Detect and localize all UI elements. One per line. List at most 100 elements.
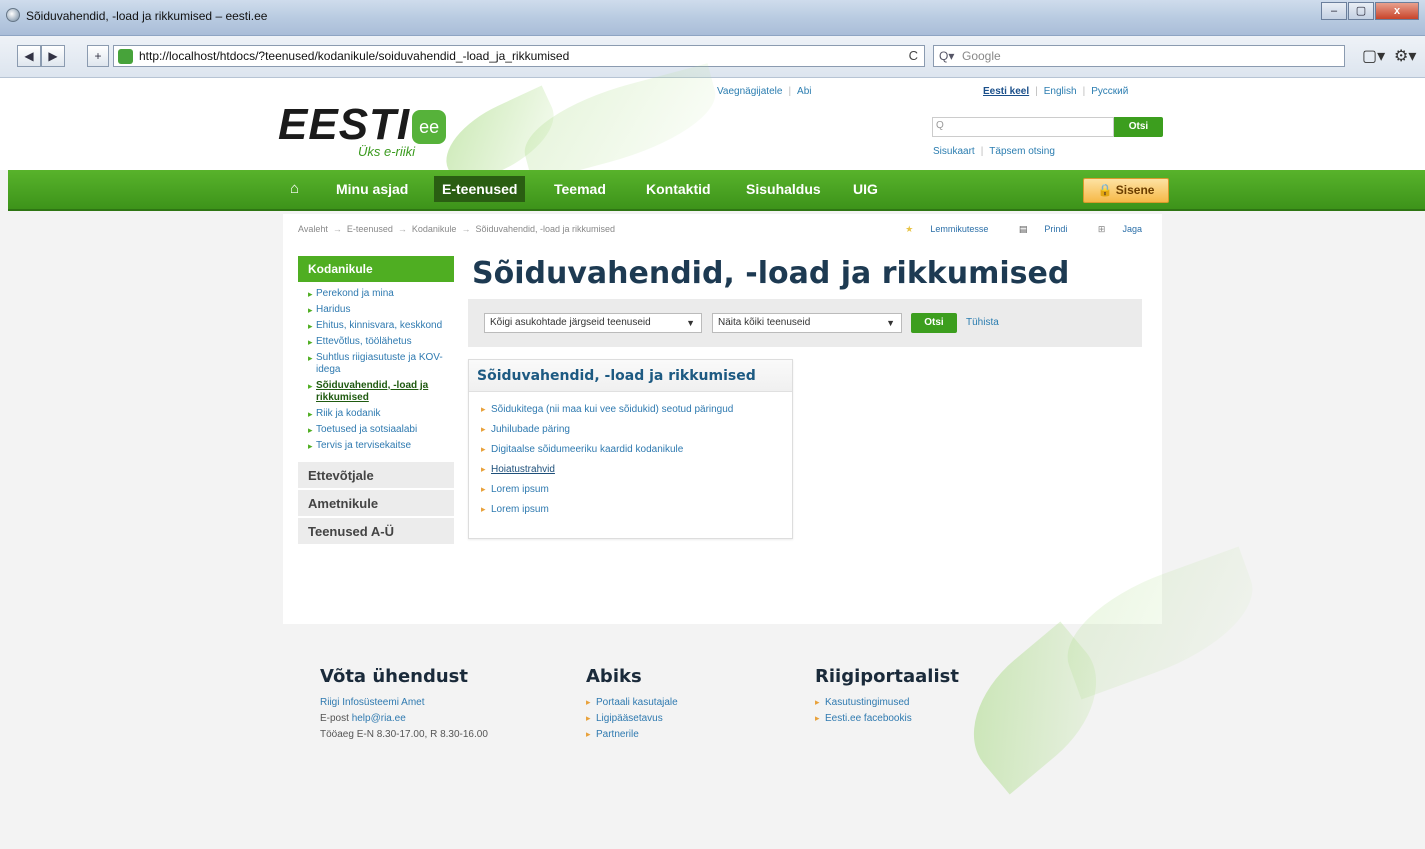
- breadcrumb-current: Sõiduvahendid, -load ja rikkumised: [475, 224, 616, 234]
- site-search-input[interactable]: Q: [932, 117, 1114, 137]
- breadcrumb-item[interactable]: E-teenused: [347, 224, 393, 234]
- reload-icon[interactable]: C: [909, 48, 918, 63]
- plus-icon: ⊞: [1097, 224, 1106, 234]
- filter-cancel-link[interactable]: Tühista: [966, 317, 999, 328]
- footer-email-line: E-post help@ria.ee: [320, 713, 488, 724]
- window-controls: – ▢ x: [1321, 2, 1419, 20]
- print-tool[interactable]: ▤ Prindi: [1005, 224, 1068, 234]
- search-links: Sisukaart | Täpsem otsing: [933, 146, 1055, 157]
- footer-help-title: Abiks: [586, 666, 642, 687]
- printer-icon: ▤: [1018, 224, 1028, 234]
- footer-portal-title: Riigiportaalist: [815, 666, 959, 687]
- lang-estonian[interactable]: Eesti keel: [983, 86, 1029, 97]
- lang-russian[interactable]: Русский: [1091, 86, 1128, 97]
- browser-search-field[interactable]: Q▾ Google: [933, 45, 1345, 67]
- site-logo[interactable]: EESTI ee Üks e-riiki: [278, 100, 447, 159]
- browser-app-icon: [6, 8, 20, 22]
- link-sitemap[interactable]: Sisukaart: [933, 146, 975, 157]
- nav-item-teemad[interactable]: Teemad: [546, 176, 614, 202]
- breadcrumb-item[interactable]: Avaleht: [298, 224, 328, 234]
- link-accessibility[interactable]: Vaegnägijatele: [717, 86, 782, 97]
- sidebar-item[interactable]: Tervis ja tervisekaitse: [308, 440, 454, 452]
- sidebar-item[interactable]: Toetused ja sotsiaalabi: [308, 424, 454, 436]
- filter-bar: Kõigi asukohtade järgseid teenuseid ▼ Nä…: [468, 299, 1142, 347]
- forward-button[interactable]: ▶: [41, 45, 65, 67]
- print-label: Prindi: [1044, 224, 1068, 234]
- service-link[interactable]: Juhilubade päring: [481, 424, 792, 435]
- logo-word: EESTI: [278, 100, 411, 149]
- window-title: Sõiduvahendid, -load ja rikkumised – ees…: [26, 9, 268, 23]
- service-type-select-value: Näita kõiki teenuseid: [718, 317, 811, 328]
- login-button[interactable]: 🔒 Sisene: [1083, 178, 1169, 203]
- sidebar-item[interactable]: Ehitus, kinnisvara, keskkond: [308, 320, 454, 332]
- sidebar-group-ettevotjale[interactable]: Ettevõtjale: [298, 462, 454, 490]
- sidebar-group-ametnikule[interactable]: Ametnikule: [298, 490, 454, 518]
- sidebar-item[interactable]: Ettevõtlus, töölähetus: [308, 336, 454, 348]
- services-box-title: Sõiduvahendid, -load ja rikkumised: [469, 360, 792, 392]
- lang-english[interactable]: English: [1044, 86, 1077, 97]
- close-button[interactable]: x: [1375, 2, 1419, 20]
- services-box: Sõiduvahendid, -load ja rikkumised Sõidu…: [468, 359, 793, 539]
- footer-link[interactable]: Portaali kasutajale: [586, 697, 678, 708]
- footer-link[interactable]: Eesti.ee facebookis: [815, 713, 959, 724]
- sidebar-item[interactable]: Riik ja kodanik: [308, 408, 454, 420]
- service-link[interactable]: Lorem ipsum: [481, 484, 792, 495]
- footer-org[interactable]: Riigi Infosüsteemi Amet: [320, 697, 488, 708]
- favorite-tool[interactable]: ★ Lemmikutesse: [891, 224, 988, 234]
- sidebar-item-active[interactable]: Sõiduvahendid, -load ja rikkumised: [308, 380, 454, 404]
- favorite-label: Lemmikutesse: [930, 224, 989, 234]
- address-bar[interactable]: http://localhost/htdocs/?teenused/kodani…: [113, 45, 925, 67]
- service-link[interactable]: Sõidukitega (nii maa kui vee sõidukid) s…: [481, 404, 792, 415]
- service-link[interactable]: Hoiatustrahvid: [481, 464, 792, 475]
- nav-item-minu-asjad[interactable]: Minu asjad: [328, 176, 416, 202]
- services-list: Sõidukitega (nii maa kui vee sõidukid) s…: [469, 392, 792, 515]
- link-help[interactable]: Abi: [797, 86, 811, 97]
- service-link[interactable]: Digitaalse sõidumeeriku kaardid kodaniku…: [481, 444, 792, 455]
- dropdown-arrow-icon: ▼: [686, 318, 695, 328]
- star-icon: ★: [905, 224, 914, 234]
- footer-email-link[interactable]: help@ria.ee: [352, 713, 406, 724]
- web-page: EESTI ee Üks e-riiki Vaegnägijatele | Abi E…: [0, 63, 1425, 849]
- address-url[interactable]: http://localhost/htdocs/?teenused/kodani…: [139, 49, 569, 63]
- search-icon: Q: [936, 120, 944, 131]
- nav-item-kontaktid[interactable]: Kontaktid: [638, 176, 719, 202]
- footer-link[interactable]: Ligipääsetavus: [586, 713, 678, 724]
- nav-item-e-teenused[interactable]: E-teenused: [434, 176, 526, 202]
- browser-toolbar: ◀ ▶ + http://localhost/htdocs/?teenused/…: [0, 36, 1425, 78]
- breadcrumb-item[interactable]: Kodanikule: [412, 224, 457, 234]
- nav-item-sisuhaldus[interactable]: Sisuhaldus: [738, 176, 829, 202]
- minimize-button[interactable]: –: [1321, 2, 1347, 20]
- login-label: Sisene: [1115, 183, 1155, 197]
- tools-menu-icon[interactable]: ⚙▾: [1394, 46, 1416, 66]
- sidebar-item[interactable]: Perekond ja mina: [308, 288, 454, 300]
- page-tools: ★ Lemmikutesse ▤ Prindi ⊞ Jaga: [877, 224, 1142, 235]
- dropdown-arrow-icon: ▼: [886, 318, 895, 328]
- footer-contact: Võta ühendust Riigi Infosüsteemi Amet E-…: [320, 666, 488, 745]
- maximize-button[interactable]: ▢: [1348, 2, 1374, 20]
- site-search-button[interactable]: Otsi: [1114, 117, 1163, 137]
- nav-item-uig[interactable]: UIG: [845, 176, 886, 202]
- share-tool[interactable]: ⊞ Jaga: [1084, 224, 1142, 234]
- site-favicon-icon: [118, 49, 133, 64]
- footer-link[interactable]: Partnerile: [586, 729, 678, 740]
- breadcrumb: Avaleht → E-teenused → Kodanikule → Sõiduvahen…: [298, 224, 616, 234]
- logo-tagline: Üks e-riiki: [358, 144, 416, 159]
- sidebar-item[interactable]: Haridus: [308, 304, 454, 316]
- sidebar-heading[interactable]: Kodanikule: [298, 256, 454, 282]
- page-menu-icon[interactable]: ▢▾: [1362, 46, 1385, 66]
- main-content: Avaleht → E-teenused → Kodanikule → Sõiduvahen…: [283, 214, 1162, 624]
- sidebar-item[interactable]: Suhtlus riigiasutuste ja KOV-idega: [308, 352, 454, 376]
- home-icon[interactable]: ⌂: [290, 180, 299, 197]
- service-type-select[interactable]: Näita kõiki teenuseid ▼: [712, 313, 902, 333]
- filter-search-button[interactable]: Otsi: [911, 313, 957, 333]
- service-link[interactable]: Lorem ipsum: [481, 504, 792, 515]
- page-title: Sõiduvahendid, -load ja rikkumised: [472, 256, 1070, 291]
- footer-link[interactable]: Kasutustingimused: [815, 697, 959, 708]
- new-tab-button[interactable]: +: [87, 45, 109, 67]
- back-button[interactable]: ◀: [17, 45, 41, 67]
- location-select[interactable]: Kõigi asukohtade järgseid teenuseid ▼: [484, 313, 702, 333]
- window-titlebar: Sõiduvahendid, -load ja rikkumised – ees…: [0, 0, 1425, 36]
- top-links: Vaegnägijatele | Abi: [717, 86, 812, 97]
- link-advanced-search[interactable]: Täpsem otsing: [989, 146, 1055, 157]
- sidebar-group-teenused[interactable]: Teenused A-Ü: [298, 518, 454, 546]
